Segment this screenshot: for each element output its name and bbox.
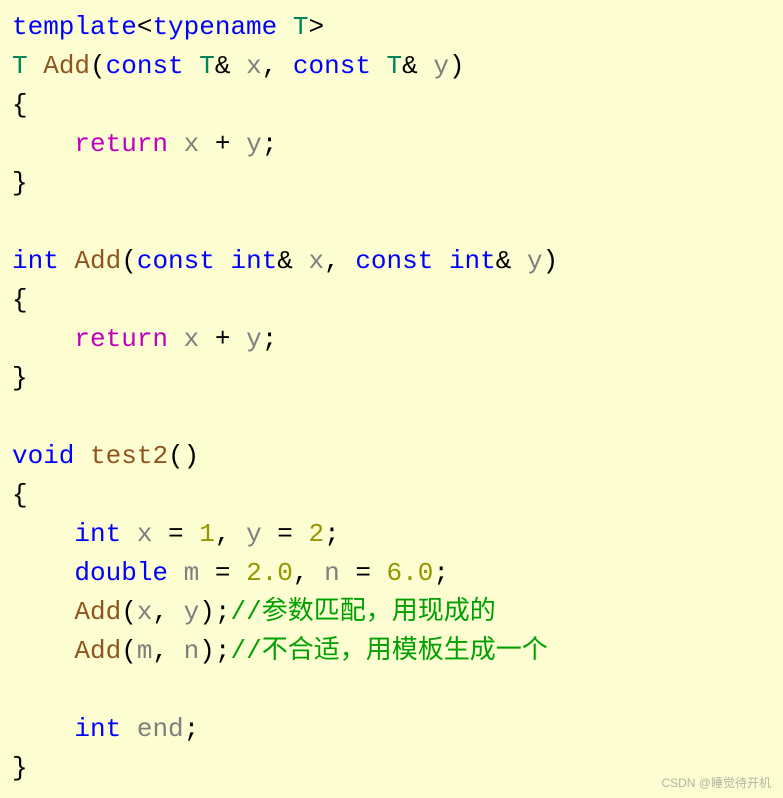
- brace: }: [12, 168, 28, 198]
- code-line: Add(x, y);//参数匹配，用现成的: [12, 593, 771, 632]
- function-name: test2: [90, 441, 168, 471]
- keyword-int: int: [230, 246, 277, 276]
- code-line: T Add(const T& x, const T& y): [12, 47, 771, 86]
- arg: y: [184, 597, 200, 627]
- code-line: void test2(): [12, 437, 771, 476]
- number: 2: [309, 519, 325, 549]
- var: end: [137, 714, 184, 744]
- keyword-const: const: [137, 246, 215, 276]
- function-name: Add: [43, 51, 90, 81]
- param: y: [527, 246, 543, 276]
- brace: {: [12, 480, 28, 510]
- keyword-int: int: [74, 714, 121, 744]
- keyword-void: void: [12, 441, 74, 471]
- var: x: [137, 519, 153, 549]
- brace: {: [12, 285, 28, 315]
- var: x: [184, 129, 200, 159]
- comment: //不合适，用模板生成一个: [231, 636, 548, 666]
- code-line: }: [12, 749, 771, 788]
- param: y: [433, 51, 449, 81]
- code-line: double m = 2.0, n = 6.0;: [12, 554, 771, 593]
- template-param: T: [293, 12, 309, 42]
- number: 6.0: [387, 558, 434, 588]
- code-line: }: [12, 164, 771, 203]
- brace: }: [12, 753, 28, 783]
- var: y: [246, 129, 262, 159]
- keyword-int: int: [449, 246, 496, 276]
- blank-line: [12, 398, 771, 437]
- keyword-return: return: [74, 129, 168, 159]
- code-line: {: [12, 476, 771, 515]
- code-line: return x + y;: [12, 320, 771, 359]
- type: T: [387, 51, 403, 81]
- keyword-const: const: [355, 246, 433, 276]
- code-line: {: [12, 86, 771, 125]
- param: x: [309, 246, 325, 276]
- return-type: T: [12, 51, 28, 81]
- keyword-typename: typename: [152, 12, 277, 42]
- keyword-double: double: [74, 558, 168, 588]
- code-line: int x = 1, y = 2;: [12, 515, 771, 554]
- keyword-const: const: [106, 51, 184, 81]
- watermark: CSDN @睡觉待开机: [661, 774, 771, 792]
- function-call: Add: [74, 597, 121, 627]
- brace: {: [12, 90, 28, 120]
- code-line: }: [12, 359, 771, 398]
- code-line: int end;: [12, 710, 771, 749]
- function-call: Add: [74, 636, 121, 666]
- code-line: {: [12, 281, 771, 320]
- keyword-int: int: [74, 519, 121, 549]
- blank-line: [12, 203, 771, 242]
- code-block: template<typename T> T Add(const T& x, c…: [12, 8, 771, 788]
- brace: }: [12, 363, 28, 393]
- var: y: [246, 519, 262, 549]
- keyword-int: int: [12, 246, 59, 276]
- var: n: [324, 558, 340, 588]
- arg: m: [137, 636, 153, 666]
- code-line: return x + y;: [12, 125, 771, 164]
- keyword-return: return: [74, 324, 168, 354]
- var: m: [184, 558, 200, 588]
- code-line: template<typename T>: [12, 8, 771, 47]
- var: y: [246, 324, 262, 354]
- keyword-const: const: [293, 51, 371, 81]
- arg: x: [137, 597, 153, 627]
- number: 2.0: [246, 558, 293, 588]
- keyword-template: template: [12, 12, 137, 42]
- code-line: int Add(const int& x, const int& y): [12, 242, 771, 281]
- number: 1: [199, 519, 215, 549]
- var: x: [184, 324, 200, 354]
- comment: //参数匹配，用现成的: [231, 597, 496, 627]
- code-line: Add(m, n);//不合适，用模板生成一个: [12, 632, 771, 671]
- blank-line: [12, 671, 771, 710]
- function-name: Add: [74, 246, 121, 276]
- param: x: [246, 51, 262, 81]
- type: T: [199, 51, 215, 81]
- arg: n: [184, 636, 200, 666]
